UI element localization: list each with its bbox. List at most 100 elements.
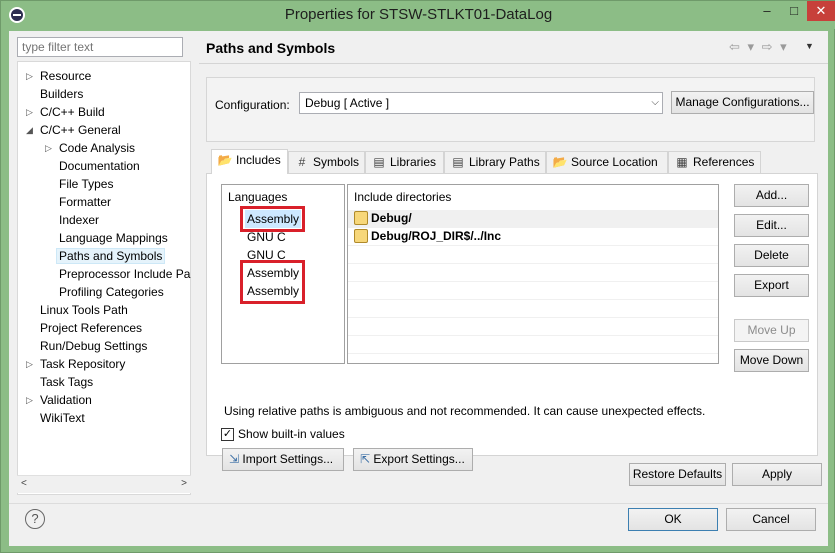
tree-item-label: Task Repository (40, 357, 126, 371)
tree-item-label: Builders (40, 87, 84, 101)
apply-button[interactable]: Apply (732, 463, 822, 486)
expand-arrow-icon[interactable]: ▷ (26, 391, 36, 409)
tree-item[interactable]: WikiText (40, 409, 85, 427)
tree-item[interactable]: Paths and Symbols (56, 247, 166, 265)
hash-icon: # (298, 155, 306, 169)
tab-label: Source Location (571, 155, 658, 169)
minimize-button[interactable]: – (753, 1, 781, 21)
tree-item-label: Documentation (59, 159, 140, 173)
help-icon[interactable]: ? (25, 509, 45, 529)
add-button[interactable]: Add... (734, 184, 809, 207)
expand-arrow-icon[interactable]: ▷ (45, 139, 55, 157)
cancel-button[interactable]: Cancel (726, 508, 816, 531)
tree-item[interactable]: File Types (59, 175, 113, 193)
dialog-client: ▷ Resource Builders ▷ C/C++ Build ◢ C/C++ Gene… (9, 31, 828, 546)
manage-configurations-button[interactable]: Manage Configurations... (671, 91, 814, 114)
tree-item[interactable]: ▷ Validation (26, 391, 92, 409)
languages-list: Languages Assembly GNU C GNU C Assembly … (221, 184, 345, 364)
include-directories-list: Include directories Debug/ Debug/ROJ_DIR… (347, 184, 719, 364)
configuration-label: Configuration: (215, 98, 290, 112)
empty-row (348, 336, 718, 354)
tree-item-label: Resource (40, 69, 92, 83)
chevron-down-icon[interactable]: ⌵ (651, 95, 659, 111)
page-title: Paths and Symbols (206, 40, 336, 56)
tree-item[interactable]: ▷ C/C++ Build (26, 103, 105, 121)
tree-item-label: Task Tags (40, 375, 94, 389)
import-settings-button[interactable]: ⇲ Import Settings... (222, 448, 344, 471)
languages-header: Languages (228, 190, 288, 204)
collapse-arrow-icon[interactable]: ◢ (26, 121, 36, 139)
tree-item[interactable]: Preprocessor Include Pa (59, 265, 190, 283)
close-button[interactable]: ✕ (807, 1, 835, 21)
tree-item[interactable]: ▷ Resource (26, 67, 92, 85)
history-nav-arrows[interactable]: ⇦ ▾ ⇨ ▾ (729, 39, 789, 55)
move-down-button[interactable]: Move Down (734, 349, 809, 372)
export-button[interactable]: Export (734, 274, 809, 297)
tree-item-label: Language Mappings (59, 231, 168, 245)
tree-item-label: File Types (59, 177, 114, 191)
scroll-left-icon[interactable]: < (21, 478, 27, 489)
configuration-select[interactable]: Debug [ Active ] ⌵ (299, 92, 663, 114)
empty-row (348, 264, 718, 282)
highlight-box (240, 260, 305, 304)
tree-item[interactable]: ◢ C/C++ General (26, 121, 121, 139)
includes-tab-body: Languages Assembly GNU C GNU C Assembly … (206, 173, 818, 471)
tab-label: Libraries (390, 155, 437, 169)
list-item[interactable]: Debug/ROJ_DIR$/../Inc (348, 228, 718, 246)
library-path-icon: ▤ (452, 155, 464, 169)
tree-item-label: Profiling Categories (59, 285, 164, 299)
tab-source-location[interactable]: 📂 Source Location (546, 151, 668, 173)
list-item[interactable]: Debug/ (348, 210, 718, 228)
tree-item[interactable]: Formatter (59, 193, 111, 211)
expand-arrow-icon[interactable]: ▷ (26, 355, 36, 373)
ok-button[interactable]: OK (628, 508, 718, 531)
include-path: Debug/ROJ_DIR$/../Inc (371, 229, 502, 243)
empty-row (348, 282, 718, 300)
tree-horizontal-scrollbar[interactable]: < > (17, 475, 191, 493)
tree-item[interactable]: Profiling Categories (59, 283, 164, 301)
tab-folder: 📂 Includes # Symbols ▤ Libraries ▤ Library P… (206, 149, 818, 471)
highlight-box (240, 206, 305, 232)
maximize-button[interactable]: □ (781, 1, 807, 21)
tab-includes[interactable]: 📂 Includes (211, 149, 288, 174)
tab-libraries[interactable]: ▤ Libraries (365, 151, 444, 173)
tree-item[interactable]: Task Tags (40, 373, 93, 391)
filter-input[interactable] (17, 37, 183, 57)
tree-item[interactable]: Linux Tools Path (40, 301, 128, 319)
edit-button[interactable]: Edit... (734, 214, 809, 237)
restore-defaults-button[interactable]: Restore Defaults (629, 463, 726, 486)
tree-item-label: Code Analysis (59, 141, 136, 155)
tree-item[interactable]: Language Mappings (59, 229, 168, 247)
expand-arrow-icon[interactable]: ▷ (26, 103, 36, 121)
tab-library-paths[interactable]: ▤ Library Paths (444, 151, 546, 173)
delete-button[interactable]: Delete (734, 244, 809, 267)
tree-item[interactable]: Builders (40, 85, 83, 103)
tab-label: Symbols (313, 155, 360, 169)
tree-item-label: Linux Tools Path (40, 303, 128, 317)
title-bar: Properties for STSW-STLKT01-DataLog – □ … (1, 1, 835, 29)
show-builtin-checkbox[interactable]: ✓ (221, 428, 234, 441)
tree-item[interactable]: Run/Debug Settings (40, 337, 147, 355)
tab-label: Library Paths (469, 155, 540, 169)
export-settings-button[interactable]: ⇱ Export Settings... (353, 448, 473, 471)
tree-item[interactable]: Project References (40, 319, 142, 337)
include-folder-icon (354, 229, 368, 243)
scroll-right-icon[interactable]: > (181, 478, 187, 489)
view-menu-icon[interactable]: ▼ (805, 41, 814, 51)
tree-item[interactable]: ▷ Code Analysis (45, 139, 136, 157)
button-bar-divider (9, 503, 828, 504)
configuration-value: Debug [ Active ] (305, 96, 390, 110)
tree-item-label: C/C++ Build (40, 105, 105, 119)
tree-item[interactable]: Indexer (59, 211, 99, 229)
include-path: Debug/ (371, 211, 412, 225)
tab-references[interactable]: ▦ References (668, 151, 761, 173)
tree-item-label: Run/Debug Settings (40, 339, 148, 353)
expand-arrow-icon[interactable]: ▷ (26, 67, 36, 85)
tab-symbols[interactable]: # Symbols (288, 151, 365, 173)
import-settings-label: Import Settings... (242, 452, 334, 466)
tree-item[interactable]: ▷ Task Repository (26, 355, 126, 373)
window-title: Properties for STSW-STLKT01-DataLog (284, 6, 553, 23)
import-icon: ⇲ (229, 452, 240, 466)
tree-item[interactable]: Documentation (59, 157, 140, 175)
move-up-button[interactable]: Move Up (734, 319, 809, 342)
